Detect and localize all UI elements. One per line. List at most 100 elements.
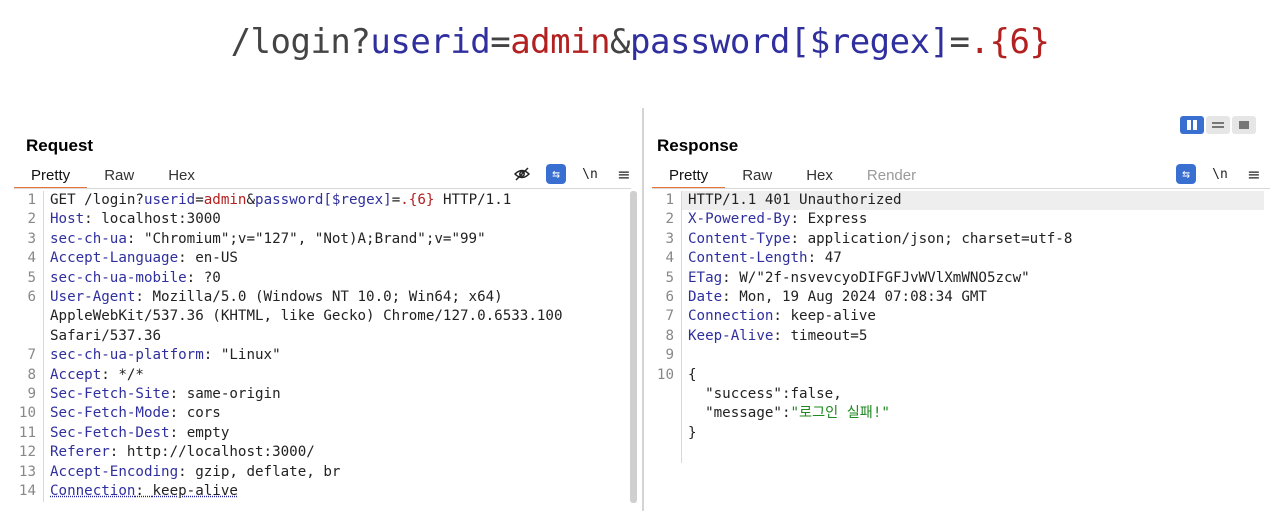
request-panel: Request Pretty Raw Hex ⇆ \n ≡ 1 GET /log… (0, 108, 641, 511)
status-line: HTTP/1.1 401 Unauthorized (682, 191, 1264, 211)
request-tab-pretty[interactable]: Pretty (14, 163, 88, 189)
line-number: 3 (14, 229, 44, 250)
request-editor[interactable]: 1 GET /login?userid=admin&password[$rege… (14, 191, 629, 502)
response-tabs: Pretty Raw Hex Render (652, 163, 933, 189)
header-line: Accept-Encoding: gzip, deflate, br (50, 463, 341, 480)
response-panel: Response Pretty Raw Hex Render ⇆ \n ≡ 1H… (646, 108, 1280, 511)
header-line: Content-Type: application/json; charset=… (688, 230, 1073, 247)
scrollbar-thumb[interactable] (630, 191, 637, 503)
line-number: 2 (652, 210, 682, 230)
header-line: sec-ch-ua-mobile: ?0 (50, 269, 221, 286)
line-number: 4 (14, 249, 44, 269)
wrap-lines-icon[interactable]: ⇆ (1176, 164, 1196, 184)
panel-divider[interactable] (642, 108, 644, 511)
code-line: 3 Content-Type: application/json; charset… (652, 229, 1264, 250)
response-toolbar: ⇆ \n ≡ (1176, 163, 1264, 185)
line-number: 6 (652, 288, 682, 308)
header-line: Connection: keep-alive (50, 483, 238, 500)
request-tabs: Pretty Raw Hex (14, 163, 212, 189)
code-line: 14 Connection: keep-alive (14, 482, 629, 502)
code-line: 4 Content-Length: 47 (652, 249, 1264, 269)
line-number: 2 (14, 210, 44, 230)
response-tab-render[interactable]: Render (850, 163, 933, 189)
code-line: 2 X-Powered-By: Express (652, 210, 1264, 230)
request-scrollbar[interactable] (630, 191, 637, 503)
header-line: User-Agent: Mozilla/5.0 (Windows NT 10.0… (50, 289, 572, 344)
line-number-empty (652, 385, 682, 405)
json-open-brace: { (688, 366, 697, 383)
banner-val-regex: .{6} (969, 22, 1050, 62)
request-tab-raw[interactable]: Raw (87, 163, 151, 189)
show-newlines-icon[interactable]: \n (1210, 164, 1230, 184)
code-line: 9 (652, 346, 1264, 366)
header-line: Keep-Alive: timeout=5 (688, 327, 868, 344)
code-line: 8 Accept: */* (14, 365, 629, 386)
header-line: Sec-Fetch-Site: same-origin (50, 386, 281, 403)
line-number: 6 (14, 288, 44, 347)
code-line: "success":false, (652, 385, 1264, 405)
response-tab-pretty[interactable]: Pretty (652, 163, 726, 189)
code-line: } (652, 423, 1264, 444)
request-tab-divider (14, 188, 631, 189)
code-line: 7 Connection: keep-alive (652, 307, 1264, 327)
code-line: 2 Host: localhost:3000 (14, 210, 629, 230)
code-line: 1 HTTP/1.1 401 Unauthorized (652, 191, 1264, 211)
response-editor[interactable]: 1 HTTP/1.1 401 Unauthorized 2 X-Powered-By… (652, 191, 1264, 463)
response-tab-divider (652, 188, 1270, 189)
header-line: Accept-Language: en-US (50, 250, 238, 267)
header-line: X-Powered-By: Express (688, 211, 868, 228)
code-line: 12 Referer: http://localhost:3000/ (14, 443, 629, 463)
line-number-empty (652, 404, 682, 424)
hide-eye-icon[interactable] (512, 164, 532, 184)
json-success-line: "success":false, (705, 386, 842, 403)
banner-eq: = (490, 22, 511, 62)
header-line: Referer: http://localhost:3000/ (50, 444, 315, 461)
request-menu-icon[interactable]: ≡ (614, 164, 634, 184)
code-line: 1 GET /login?userid=admin&password[$rege… (14, 191, 629, 211)
request-tab-hex[interactable]: Hex (151, 163, 212, 189)
line-number: 5 (652, 268, 682, 289)
code-line: "message":"로그인 실패!" (652, 404, 1264, 424)
header-line: sec-ch-ua-platform: "Linux" (50, 347, 281, 364)
line-number: 13 (14, 462, 44, 483)
banner-val-admin: admin (510, 22, 611, 62)
line-number: 14 (14, 482, 44, 502)
url-banner: /login?userid=admin&password[$regex]=.{6… (0, 22, 1280, 62)
code-line: 7 sec-ch-ua-platform: "Linux" (14, 346, 629, 366)
code-line: 4 Accept-Language: en-US (14, 249, 629, 269)
code-line: 13 Accept-Encoding: gzip, deflate, br (14, 462, 629, 483)
json-close-brace: } (688, 424, 697, 441)
request-toolbar: ⇆ \n ≡ (512, 163, 634, 185)
wrap-lines-icon[interactable]: ⇆ (546, 164, 566, 184)
line-number: 7 (652, 307, 682, 327)
request-title: Request (26, 136, 94, 155)
response-tab-raw[interactable]: Raw (725, 163, 789, 189)
line-number: 9 (652, 346, 682, 366)
line-number: 5 (14, 268, 44, 289)
line-number: 1 (14, 191, 44, 211)
banner-amp: & (610, 22, 631, 62)
code-line: 5 ETag: W/"2f-nsvevcyoDIFGFJvWVlXmWNO5zcw… (652, 268, 1264, 289)
line-number: 8 (14, 365, 44, 386)
response-tab-hex[interactable]: Hex (789, 163, 850, 189)
show-newlines-icon[interactable]: \n (580, 164, 600, 184)
banner-key-password: password[$regex] (630, 22, 950, 62)
banner-eq2: = (949, 22, 970, 62)
header-line: sec-ch-ua: "Chromium";v="127", "Not)A;Br… (50, 230, 486, 247)
code-line: 6 User-Agent: Mozilla/5.0 (Windows NT 10.… (14, 288, 629, 347)
header-line: Accept: */* (50, 366, 144, 383)
line-number: 4 (652, 249, 682, 269)
code-line: 8 Keep-Alive: timeout=5 (652, 326, 1264, 347)
line-number: 1 (652, 191, 682, 211)
line-number: 8 (652, 326, 682, 347)
header-line: Sec-Fetch-Dest: empty (50, 424, 230, 441)
line-number-empty (652, 423, 682, 444)
code-line: 10 Sec-Fetch-Mode: cors (14, 404, 629, 424)
line-number-empty (652, 443, 682, 463)
response-menu-icon[interactable]: ≡ (1244, 164, 1264, 184)
code-line: 9 Sec-Fetch-Site: same-origin (14, 385, 629, 405)
header-line: Date: Mon, 19 Aug 2024 07:08:34 GMT (688, 289, 987, 306)
header-line: ETag: W/"2f-nsvevcyoDIFGFJvWVlXmWNO5zcw" (688, 269, 1030, 286)
